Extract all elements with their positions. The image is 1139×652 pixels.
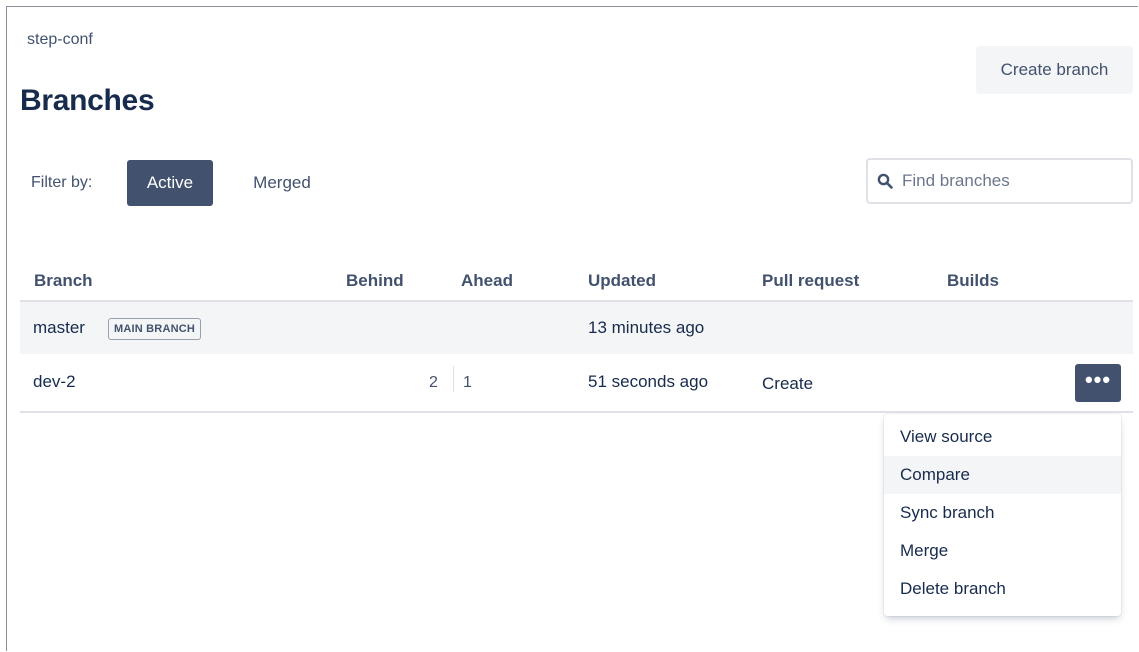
column-header-updated: Updated [588, 271, 656, 290]
search-box[interactable] [866, 158, 1133, 204]
more-horizontal-icon: ••• [1084, 367, 1112, 392]
filter-active-button[interactable]: Active [127, 160, 213, 206]
column-header-behind: Behind [346, 271, 404, 290]
table-row[interactable]: dev-2 2 1 51 seconds ago Create ••• [20, 358, 1133, 413]
more-actions-button[interactable]: ••• [1075, 364, 1121, 402]
search-input[interactable] [902, 166, 1122, 196]
filter-label: Filter by: [31, 174, 93, 191]
branch-name-link[interactable]: master [33, 318, 85, 338]
table-row[interactable]: master MAIN BRANCH 13 minutes ago [20, 302, 1133, 354]
menu-item-sync-branch[interactable]: Sync branch [884, 494, 1121, 532]
column-header-ahead: Ahead [461, 271, 513, 290]
column-header-builds: Builds [947, 271, 999, 290]
menu-item-view-source[interactable]: View source [884, 418, 1121, 456]
column-header-branch: Branch [34, 271, 93, 290]
branch-name-link[interactable]: dev-2 [33, 372, 76, 392]
search-icon [877, 173, 893, 189]
menu-item-compare[interactable]: Compare [884, 456, 1121, 494]
page-title: Branches [20, 84, 155, 117]
breadcrumb[interactable]: step-conf [27, 31, 93, 49]
main-branch-badge: MAIN BRANCH [108, 318, 202, 340]
branch-actions-menu: View source Compare Sync branch Merge De… [884, 414, 1121, 616]
behind-count: 2 [429, 374, 438, 391]
ahead-count: 1 [463, 374, 472, 391]
create-branch-button[interactable]: Create branch [976, 46, 1133, 94]
create-pull-request-link[interactable]: Create [762, 374, 813, 394]
updated-time: 51 seconds ago [588, 372, 709, 391]
filter-merged-button[interactable]: Merged [232, 160, 332, 206]
menu-item-delete-branch[interactable]: Delete branch [884, 570, 1121, 608]
menu-item-merge[interactable]: Merge [884, 532, 1121, 570]
updated-time: 13 minutes ago [588, 318, 705, 337]
behind-ahead-divider [453, 366, 454, 392]
column-header-pull-request: Pull request [762, 271, 860, 290]
